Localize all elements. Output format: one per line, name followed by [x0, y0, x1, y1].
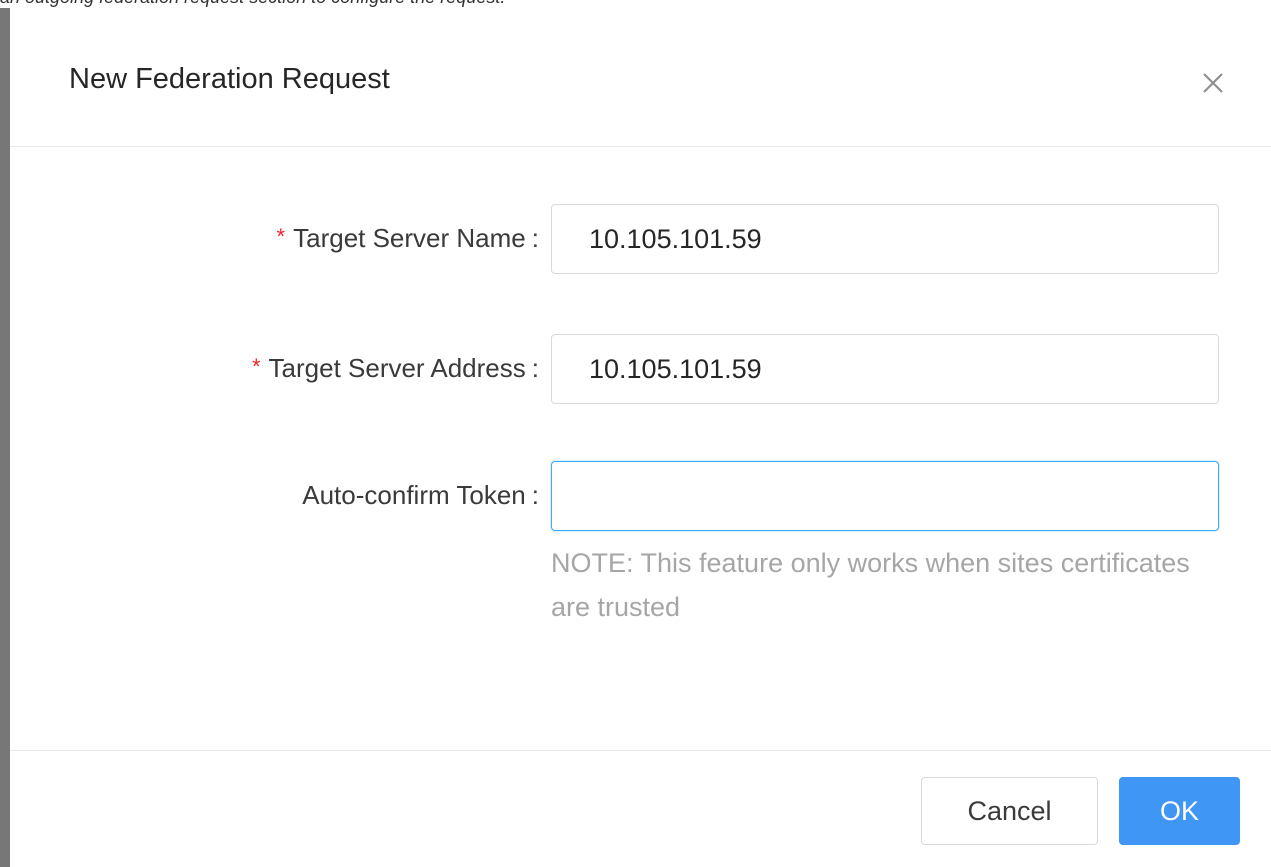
ok-button[interactable]: OK — [1119, 777, 1240, 845]
label-colon: : — [531, 223, 539, 253]
auto-confirm-token-input[interactable] — [551, 461, 1219, 531]
target-server-address-row: * Target Server Address: — [10, 334, 1271, 404]
label-colon: : — [531, 353, 539, 383]
auto-confirm-token-note: NOTE: This feature only works when sites… — [551, 548, 1190, 622]
auto-confirm-token-row: Auto-confirm Token: NOTE: This feature o… — [10, 461, 1271, 661]
modal-mask — [0, 8, 10, 867]
target-server-name-label: * Target Server Name: — [277, 223, 539, 254]
cancel-button[interactable]: Cancel — [921, 777, 1098, 845]
target-server-name-input[interactable] — [551, 204, 1219, 274]
background-page-text: an outgoing federation request section t… — [0, 0, 505, 8]
close-button[interactable] — [1195, 65, 1231, 101]
dialog-footer: Cancel OK — [10, 750, 1271, 867]
target-server-name-label-text: Target Server Name — [293, 223, 526, 253]
dialog-title: New Federation Request — [69, 63, 390, 95]
new-federation-request-dialog: New Federation Request * Target Server Na… — [10, 8, 1271, 867]
background-page-strip: an outgoing federation request section t… — [0, 0, 1271, 8]
auto-confirm-token-label: Auto-confirm Token: — [302, 480, 539, 511]
dialog-header: New Federation Request — [10, 8, 1271, 147]
required-marker: * — [276, 224, 286, 249]
target-server-name-row: * Target Server Name: — [10, 204, 1271, 274]
auto-confirm-token-label-text: Auto-confirm Token — [302, 480, 526, 510]
target-server-address-input[interactable] — [551, 334, 1219, 404]
target-server-address-label-text: Target Server Address — [268, 353, 526, 383]
label-colon: : — [531, 480, 539, 510]
target-server-address-label: * Target Server Address: — [252, 353, 539, 384]
close-icon — [1203, 73, 1223, 93]
required-marker: * — [251, 354, 261, 379]
